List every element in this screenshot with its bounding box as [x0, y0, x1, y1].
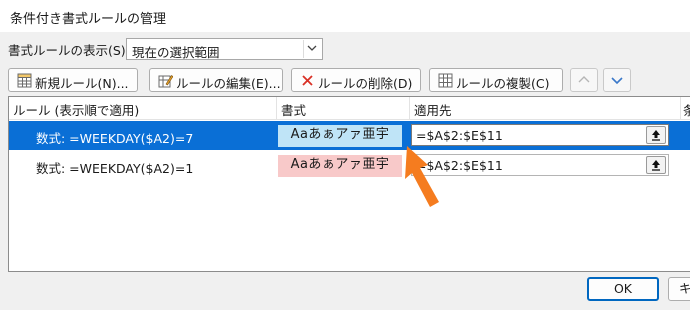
duplicate-rule-icon — [438, 73, 453, 88]
move-down-button[interactable] — [603, 68, 631, 92]
show-rules-dropdown[interactable]: 現在の選択範囲 — [126, 38, 323, 60]
applies-to-input[interactable]: =$A$2:$E$11 — [411, 124, 669, 146]
column-divider[interactable] — [409, 97, 410, 119]
collapse-range-icon[interactable] — [646, 126, 666, 144]
move-up-button[interactable] — [570, 68, 598, 92]
rules-list: ルール (表示順で適用) 書式 適用先 条 数式: =WEEKDAY($A2)=… — [8, 96, 690, 272]
column-header-format[interactable]: 書式 — [281, 100, 306, 119]
show-rules-label: 書式ルールの表示(S): — [8, 43, 130, 58]
rules-list-header: ルール (表示順で適用) 書式 適用先 条 — [9, 97, 690, 120]
edit-rule-button[interactable]: ルールの編集(E)... — [149, 68, 283, 92]
window-title: 条件付き書式ルールの管理 — [10, 12, 167, 27]
new-rule-icon — [17, 73, 32, 88]
edit-rule-icon — [158, 73, 174, 88]
orange-pointer-arrow — [405, 146, 439, 207]
show-rules-value: 現在の選択範囲 — [132, 45, 220, 60]
rule-description: 数式: =WEEKDAY($A2)=7 — [36, 131, 194, 146]
delete-rule-button[interactable]: ルールの削除(D) — [291, 68, 421, 92]
applies-to-input[interactable]: =$A$2:$E$11 — [411, 154, 669, 176]
column-divider[interactable] — [276, 97, 277, 119]
format-preview: Aaあぁアァ亜宇 — [278, 155, 402, 177]
rule-row[interactable]: 数式: =WEEKDAY($A2)=1 Aaあぁアァ亜宇 =$A$2:$E$11 — [9, 151, 690, 180]
duplicate-rule-button[interactable]: ルールの複製(C) — [429, 68, 563, 92]
column-divider[interactable] — [680, 97, 681, 119]
edit-rule-label: ルールの編集(E)... — [176, 76, 281, 91]
new-rule-button[interactable]: 新規ルール(N)... — [8, 68, 138, 92]
rule-row[interactable]: 数式: =WEEKDAY($A2)=7 Aaあぁアァ亜宇 =$A$2:$E$11 — [9, 121, 690, 150]
rule-toolbar: 新規ルール(N)... ルールの編集(E)... ルールの削除(D) ルールの複… — [8, 66, 690, 94]
move-up-icon — [578, 76, 590, 83]
column-header-rule[interactable]: ルール (表示順で適用) — [13, 100, 139, 119]
delete-rule-label: ルールの削除(D) — [318, 76, 413, 91]
duplicate-rule-label: ルールの複製(C) — [456, 76, 550, 91]
rule-description: 数式: =WEEKDAY($A2)=1 — [36, 161, 194, 176]
ok-button[interactable]: OK — [587, 277, 659, 301]
delete-x-icon — [300, 73, 315, 88]
title-bar: 条件付き書式ルールの管理 — [0, 0, 690, 32]
column-header-applies-to[interactable]: 適用先 — [414, 100, 452, 119]
move-down-icon — [611, 77, 623, 85]
new-rule-label: 新規ルール(N)... — [35, 76, 129, 91]
column-header-stop-if-true[interactable]: 条 — [683, 100, 690, 119]
collapse-range-icon[interactable] — [646, 156, 666, 174]
format-preview: Aaあぁアァ亜宇 — [278, 125, 402, 147]
chevron-down-icon[interactable] — [303, 40, 321, 58]
cancel-button[interactable]: キ — [668, 277, 690, 301]
